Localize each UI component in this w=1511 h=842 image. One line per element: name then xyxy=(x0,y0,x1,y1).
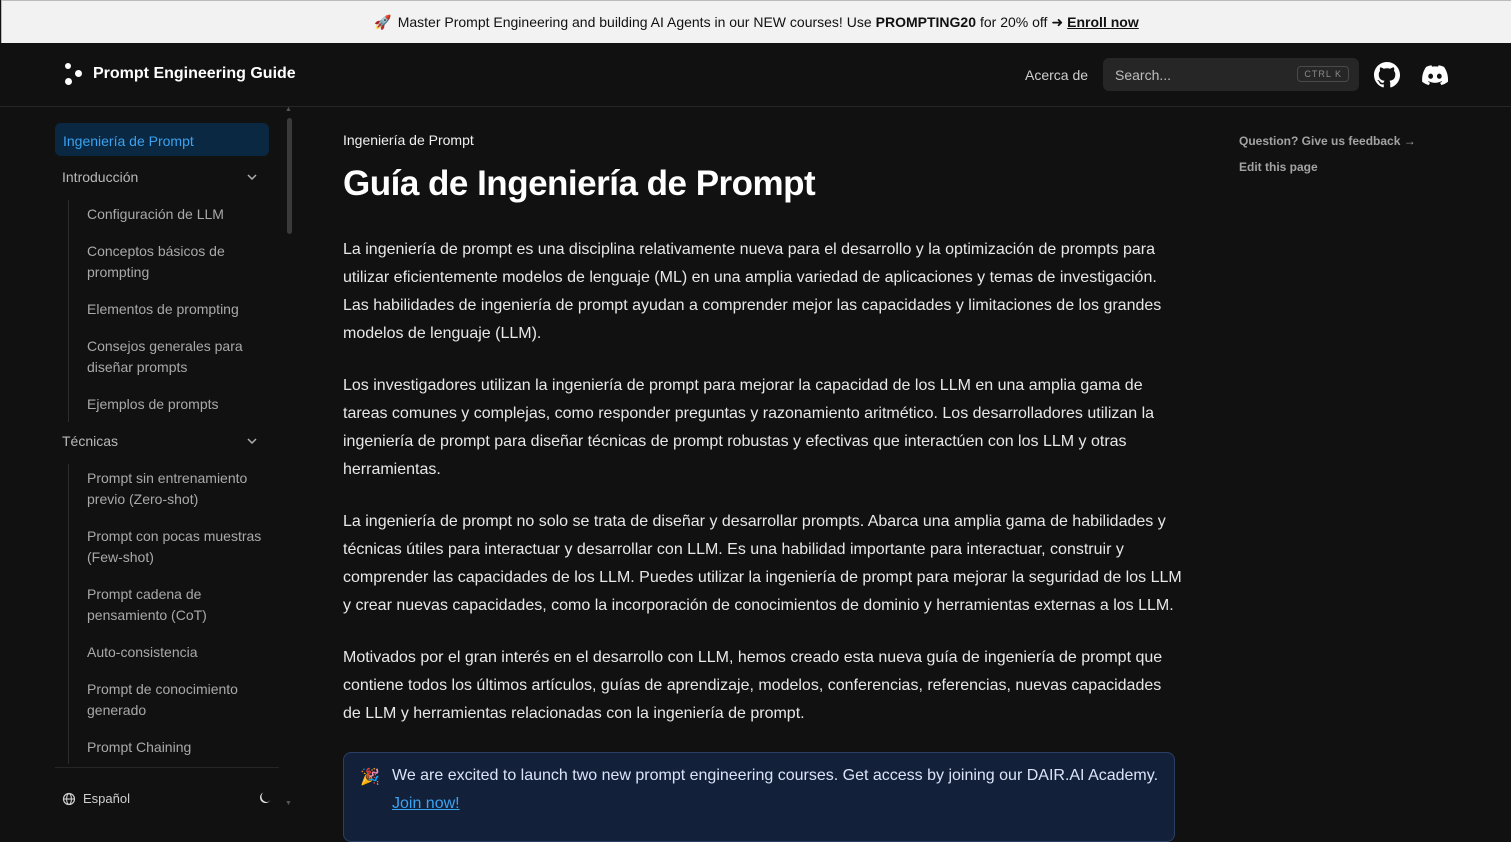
sidebar-item-consejos-generales[interactable]: Consejos generales para diseñar prompts xyxy=(87,336,277,378)
join-now-link[interactable]: Join now! xyxy=(392,795,460,812)
sidebar-section-tecnicas[interactable]: Técnicas xyxy=(62,431,118,452)
feedback-link[interactable]: Question? Give us feedback → xyxy=(1239,134,1416,148)
paragraph-2: Los investigadores utilizan la ingenierí… xyxy=(343,377,1155,478)
sidebar-item-ejemplos-prompts[interactable]: Ejemplos de prompts xyxy=(87,394,277,415)
sidebar-item-configuracion-llm[interactable]: Configuración de LLM xyxy=(87,204,277,225)
promo-banner: 🚀 Master Prompt Engineering and building… xyxy=(1,0,1511,43)
about-link[interactable]: Acerca de xyxy=(1025,67,1088,83)
chevron-down-icon[interactable] xyxy=(245,170,259,184)
sidebar-item-conocimiento-generado[interactable]: Prompt de conocimiento generado xyxy=(87,679,277,721)
discord-icon[interactable] xyxy=(1422,64,1448,86)
search-input[interactable]: Search... CTRL K xyxy=(1103,58,1359,91)
sidebar-item-ingenieria-de-prompt[interactable]: Ingeniería de Prompt xyxy=(55,123,269,156)
sidebar-item-few-shot[interactable]: Prompt con pocas muestras (Few-shot) xyxy=(87,526,277,568)
search-placeholder: Search... xyxy=(1115,66,1172,83)
sidebar-item-cot[interactable]: Prompt cadena de pensamiento (CoT) xyxy=(87,584,277,626)
logo-icon xyxy=(63,61,85,87)
sidebar-item-auto-consistencia[interactable]: Auto-consistencia xyxy=(87,642,277,663)
sidebar-section-introduccion[interactable]: Introducción xyxy=(62,167,138,188)
banner-suffix: for 20% off xyxy=(979,14,1048,30)
callout-text: We are excited to launch two new prompt … xyxy=(392,762,1162,818)
scroll-up-arrow[interactable]: ▲ xyxy=(285,106,292,113)
sidebar-item-zero-shot[interactable]: Prompt sin entrenamiento previo (Zero-sh… xyxy=(87,468,277,510)
logo-text: Prompt Engineering Guide xyxy=(93,65,296,82)
sidebar-item-prompt-chaining[interactable]: Prompt Chaining xyxy=(87,737,277,758)
banner-text: Master Prompt Engineering and building A… xyxy=(397,14,872,30)
moon-icon[interactable] xyxy=(257,790,273,806)
search-shortcut: CTRL K xyxy=(1297,66,1349,82)
paragraph-3: La ingeniería de prompt no solo se trata… xyxy=(343,513,1182,614)
sidebar-scrollbar[interactable] xyxy=(287,118,292,234)
paragraph-1: La ingeniería de prompt es una disciplin… xyxy=(343,241,1162,342)
sidebar-item-conceptos-basicos[interactable]: Conceptos básicos de prompting xyxy=(87,241,277,283)
page-title: Guía de Ingeniería de Prompt xyxy=(343,164,816,203)
top-navigation: Prompt Engineering Guide Acerca de Searc… xyxy=(0,43,1511,107)
arrow-icon: ➜ xyxy=(1051,13,1064,30)
party-popper-icon: 🎉 xyxy=(360,769,380,786)
sidebar-tree-line xyxy=(68,200,69,422)
site-logo[interactable]: Prompt Engineering Guide xyxy=(63,61,296,87)
breadcrumb[interactable]: Ingeniería de Prompt xyxy=(343,132,474,148)
callout-message: We are excited to launch two new prompt … xyxy=(392,767,1159,784)
announcement-callout: 🎉 We are excited to launch two new promp… xyxy=(343,752,1175,842)
sidebar-tree-line xyxy=(68,464,69,764)
chevron-down-icon[interactable] xyxy=(245,434,259,448)
enroll-now-link[interactable]: Enroll now xyxy=(1067,14,1139,30)
promo-code: PROMPTING20 xyxy=(875,14,976,30)
sidebar-item-elementos-prompting[interactable]: Elementos de prompting xyxy=(87,299,277,320)
language-label: Español xyxy=(83,791,130,806)
language-selector[interactable]: Español xyxy=(62,791,130,806)
globe-icon xyxy=(62,792,76,805)
rocket-icon: 🚀 xyxy=(374,13,392,30)
paragraph-4: Motivados por el gran interés en el desa… xyxy=(343,649,1163,722)
edit-page-link[interactable]: Edit this page xyxy=(1239,160,1318,174)
scroll-down-arrow[interactable]: ▼ xyxy=(285,800,292,807)
github-icon[interactable] xyxy=(1374,62,1400,88)
